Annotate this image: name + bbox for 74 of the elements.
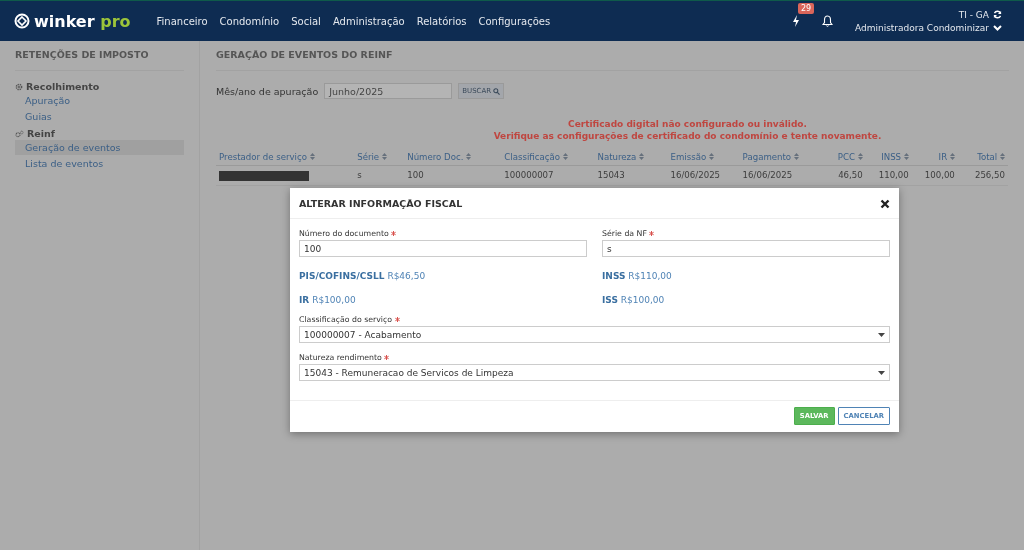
section-heading: Reinf (27, 128, 55, 139)
table-cell: s (354, 165, 405, 185)
nav-link[interactable]: Configurações (478, 15, 551, 27)
table-cell: 100000007 (501, 165, 595, 185)
table-cell: 110,00 (865, 165, 912, 185)
lightning-icon[interactable] (791, 15, 800, 27)
nav-link[interactable]: Administração (332, 15, 405, 27)
sort-icon[interactable] (903, 153, 909, 160)
sort-icon[interactable] (381, 153, 387, 160)
sort-icon[interactable] (1000, 153, 1005, 160)
table-cell: 16/06/2025 (739, 165, 820, 185)
account-name[interactable]: Administradora Condominizar (854, 22, 989, 33)
table-cell: 100,00 (911, 165, 958, 185)
nav-link[interactable]: Financeiro (156, 15, 208, 27)
tax-amount: IR R$100,00 (299, 295, 357, 305)
logo-text: winker pro (34, 11, 131, 31)
column-header[interactable]: PCC (837, 152, 855, 162)
refresh-icon[interactable] (993, 10, 1002, 19)
column-header[interactable]: INSS (881, 152, 902, 162)
column-header[interactable]: Pagamento (742, 152, 792, 162)
notification-badge: 29 (797, 3, 815, 14)
gears-icon (15, 129, 24, 138)
error-message: Certificado digital não configurado ou inválido. (568, 119, 807, 129)
column-header[interactable]: IR (938, 152, 948, 162)
nav-link[interactable]: Relatórios (416, 15, 467, 27)
sort-icon[interactable] (793, 153, 799, 160)
sort-icon[interactable] (949, 153, 955, 160)
caret-icon (878, 370, 885, 375)
sort-icon[interactable] (466, 153, 472, 160)
tax-amount: PIS/COFINS/CSLL R$46,50 (299, 271, 427, 281)
select-field[interactable]: 100000007 - Acabamento (299, 326, 890, 343)
column-header[interactable]: Emissão (670, 152, 707, 162)
table-cell: 256,50 (957, 165, 1008, 185)
column-header[interactable]: Prestador de serviço (219, 152, 307, 162)
logo-icon (14, 13, 30, 29)
column-header[interactable]: Natureza (597, 152, 637, 162)
sidebar-title: RETENÇÕES DE IMPOSTO (15, 47, 184, 71)
input-field[interactable]: 100 (299, 240, 587, 257)
sort-icon[interactable] (562, 153, 568, 160)
table-cell: 46,50 (819, 165, 866, 185)
table-cell: 100 (404, 165, 502, 185)
column-header[interactable]: Número Doc. (407, 152, 464, 162)
page-title: GERAÇÃO DE EVENTOS DO REINF (216, 47, 1009, 71)
error-message: Verifique as configurações de certificado do condomínio e tente novamente. (493, 131, 882, 141)
select-field[interactable]: 15043 - Remuneracao de Servicos de Limpeza (299, 364, 890, 381)
table-cell: 16/06/2025 (667, 165, 740, 185)
sort-icon[interactable] (708, 153, 714, 160)
input-field[interactable]: s (602, 240, 890, 257)
sidebar-item[interactable]: Guias (15, 109, 184, 124)
sidebar-item[interactable]: Lista de eventos (15, 156, 184, 171)
dialog-title: ALTERAR INFORMAÇÃO FISCAL (299, 198, 463, 209)
column-header[interactable]: Classificação (504, 152, 560, 162)
gear-icon (15, 82, 23, 91)
bell-icon[interactable] (821, 15, 833, 27)
search-icon (493, 87, 501, 95)
sort-icon[interactable] (639, 153, 645, 160)
period-field[interactable]: Junho/2025 (324, 83, 453, 99)
sidebar-item[interactable]: Geração de eventos (15, 140, 184, 155)
sort-icon[interactable] (309, 153, 315, 160)
chevron-down-icon[interactable] (993, 24, 1002, 31)
column-header[interactable]: Total (977, 152, 998, 162)
section-heading: Recolhimento (26, 81, 100, 92)
sort-icon[interactable] (857, 153, 863, 160)
tax-amount: ISS R$100,00 (602, 295, 666, 305)
sidebar-item[interactable]: Apuração (15, 93, 184, 108)
close-button[interactable] (880, 198, 890, 209)
column-header[interactable]: Série (357, 152, 380, 162)
tax-amount: INSS R$110,00 (602, 271, 673, 281)
filter-label: Mês/ano de apuração (216, 85, 319, 97)
nav-link[interactable]: Social (291, 15, 321, 27)
caret-icon (878, 332, 885, 337)
nav-link[interactable]: Condomínio (219, 15, 280, 27)
table-cell: 15043 (594, 165, 668, 185)
account-code: TI - GA (958, 9, 989, 20)
